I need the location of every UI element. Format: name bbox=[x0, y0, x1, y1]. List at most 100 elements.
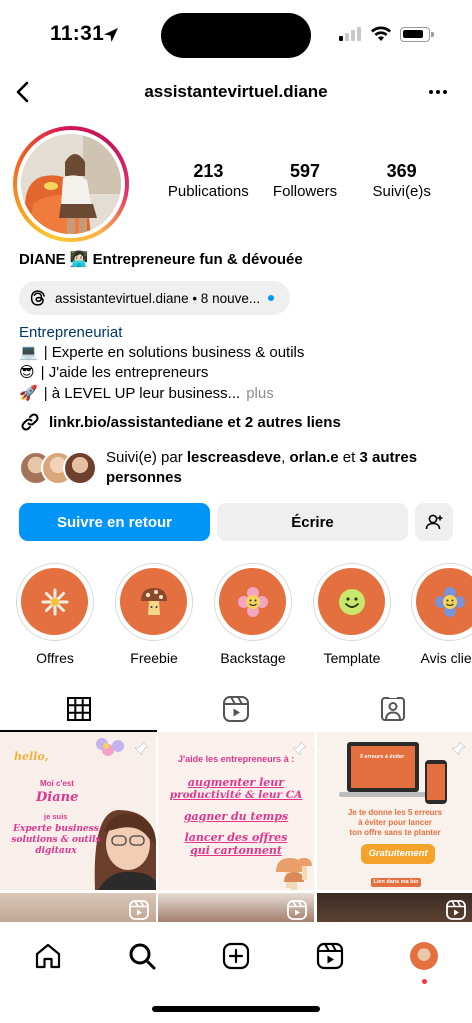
post-text: hello, bbox=[14, 750, 49, 763]
profile-avatar[interactable] bbox=[13, 126, 129, 242]
post-text: qui cartonnent bbox=[190, 844, 282, 857]
bio-line-text: | à LEVEL UP leur business... bbox=[43, 385, 241, 402]
post-text: ton offre sans te planter bbox=[349, 828, 441, 837]
post-cta: Gratuitement bbox=[368, 848, 428, 859]
stat-followers-value: 597 bbox=[289, 161, 321, 181]
post-text: J'aide les entrepreneurs à : bbox=[178, 754, 295, 764]
tab-tagged[interactable] bbox=[314, 686, 471, 732]
tab-posts-grid[interactable] bbox=[0, 686, 157, 732]
nav-home[interactable] bbox=[28, 936, 68, 976]
smiley-flower-icon bbox=[237, 586, 268, 617]
grid-post[interactable]: J'aide les entrepreneurs à : augmenter l… bbox=[158, 732, 314, 890]
profile-display-name: DIANE 👩🏻‍💻 Entrepreneure fun & dévouée bbox=[19, 251, 303, 268]
laptop-icon: 💻 bbox=[19, 344, 38, 361]
post-text: solutions & outils bbox=[11, 835, 101, 845]
decoration bbox=[310, 736, 314, 766]
dynamic-island bbox=[161, 13, 311, 58]
bio-more-link[interactable]: plus bbox=[246, 384, 274, 404]
cellular-signal-icon bbox=[339, 27, 361, 41]
highlight-freebie[interactable]: Freebie bbox=[114, 563, 194, 666]
highlight-avis-clients[interactable]: Avis clien bbox=[410, 563, 472, 666]
new-indicator-dot bbox=[268, 295, 275, 301]
profile-tabs bbox=[0, 686, 472, 732]
highlight-label: Backstage bbox=[220, 650, 286, 666]
stat-posts-label: Publications bbox=[167, 183, 249, 200]
posts-grid: hello, Moi c'est Diane je suis Experte b… bbox=[0, 732, 472, 922]
mutual-followers[interactable]: Suivi(e) par lescreasdeve, orlan.e et 3 … bbox=[19, 446, 459, 490]
story-highlights: Offres Freebie Backstage Template Avis c… bbox=[0, 560, 472, 670]
tab-reels[interactable] bbox=[157, 686, 314, 732]
battery-icon bbox=[400, 27, 434, 42]
more-options-icon[interactable] bbox=[424, 86, 452, 98]
highlight-label: Freebie bbox=[130, 650, 178, 666]
threads-icon bbox=[30, 290, 45, 306]
location-arrow-icon bbox=[104, 28, 118, 42]
profile-header: assistantevirtuel.diane bbox=[0, 70, 472, 114]
mushroom-icon bbox=[140, 587, 167, 615]
grid-post[interactable]: 5 erreurs à éviter Je te donne les 5 err… bbox=[317, 732, 472, 890]
stat-followers-label: Followers bbox=[272, 183, 338, 200]
stat-following[interactable]: 369 Suivi(e)s bbox=[353, 160, 450, 202]
highlight-label: Avis clien bbox=[420, 650, 472, 666]
create-plus-icon bbox=[222, 942, 250, 970]
post-text: Lien dans ma bio bbox=[373, 879, 419, 885]
add-user-button[interactable] bbox=[415, 503, 453, 541]
profile-username: assistantevirtuel.diane bbox=[144, 82, 328, 101]
message-button[interactable]: Écrire bbox=[217, 503, 408, 541]
stat-followers[interactable]: 597 Followers bbox=[257, 160, 354, 202]
highlight-template[interactable]: Template bbox=[312, 563, 392, 666]
nav-create[interactable] bbox=[216, 936, 256, 976]
daisy-icon bbox=[41, 588, 68, 615]
highlight-label: Offres bbox=[36, 650, 74, 666]
threads-badge[interactable]: assistantevirtuel.diane • 8 nouve... bbox=[19, 281, 291, 315]
tagged-person-icon bbox=[380, 695, 405, 721]
bio-line-2: 😎 | J'aide les entrepreneurs bbox=[19, 363, 208, 383]
blue-flower-icon bbox=[434, 586, 465, 617]
wifi-icon bbox=[371, 26, 391, 41]
bio-line-1: 💻 | Experte en solutions business & outi… bbox=[19, 343, 304, 363]
post-text: augmenter leur bbox=[187, 776, 285, 789]
post-text: gagner du temps bbox=[183, 810, 289, 823]
post-text: Je te donne les 5 erreurs bbox=[347, 808, 443, 817]
search-icon bbox=[129, 943, 156, 970]
post-text: digitaux bbox=[35, 846, 77, 856]
grid-post[interactable] bbox=[158, 893, 314, 922]
post-text: à éviter pour lancer bbox=[358, 818, 432, 827]
link-icon bbox=[21, 413, 39, 431]
stat-posts[interactable]: 213 Publications bbox=[160, 160, 257, 202]
bio-line-text: | J'aide les entrepreneurs bbox=[40, 364, 209, 381]
bio-line-text: | Experte en solutions business & outils bbox=[43, 344, 305, 361]
grid-icon bbox=[66, 697, 91, 721]
highlight-offres[interactable]: Offres bbox=[15, 563, 95, 666]
add-person-icon bbox=[425, 514, 443, 530]
bio-link[interactable]: linkr.bio/assistantediane et 2 autres li… bbox=[19, 411, 341, 433]
stat-following-label: Suivi(e)s bbox=[372, 183, 431, 200]
post-text: je suis bbox=[44, 812, 68, 821]
follow-back-button[interactable]: Suivre en retour bbox=[19, 503, 210, 541]
post-text: lancer des offres bbox=[184, 831, 288, 844]
reels-icon bbox=[316, 942, 344, 970]
mutual-avatar bbox=[63, 451, 97, 485]
reel-icon bbox=[286, 899, 308, 922]
threads-badge-text: assistantevirtuel.diane • 8 nouve... bbox=[55, 290, 261, 306]
highlight-backstage[interactable]: Backstage bbox=[213, 563, 293, 666]
grid-post[interactable] bbox=[0, 893, 156, 922]
bio-line-3: 🚀 | à LEVEL UP leur business... plus bbox=[19, 384, 274, 404]
grid-post[interactable]: hello, Moi c'est Diane je suis Experte b… bbox=[0, 732, 156, 890]
rocket-icon: 🚀 bbox=[19, 385, 38, 402]
highlight-label: Template bbox=[323, 650, 381, 666]
home-icon bbox=[35, 943, 61, 969]
smiley-face-icon bbox=[338, 588, 365, 615]
mutual-followers-text: Suivi(e) par lescreasdeve, orlan.e et 3 … bbox=[106, 449, 418, 486]
nav-search[interactable] bbox=[122, 936, 162, 976]
bottom-navigation bbox=[0, 922, 472, 1023]
pinned-icon bbox=[449, 740, 467, 763]
grid-post[interactable] bbox=[317, 893, 472, 922]
nav-reels[interactable] bbox=[310, 936, 350, 976]
profile-category[interactable]: Entrepreneuriat bbox=[19, 324, 122, 341]
stat-posts-value: 213 bbox=[193, 161, 224, 181]
mutual-avatars bbox=[19, 451, 99, 485]
nav-profile[interactable] bbox=[404, 936, 444, 984]
profile-avatar-small bbox=[410, 942, 438, 970]
profile-actions: Suivre en retour Écrire bbox=[19, 503, 453, 541]
